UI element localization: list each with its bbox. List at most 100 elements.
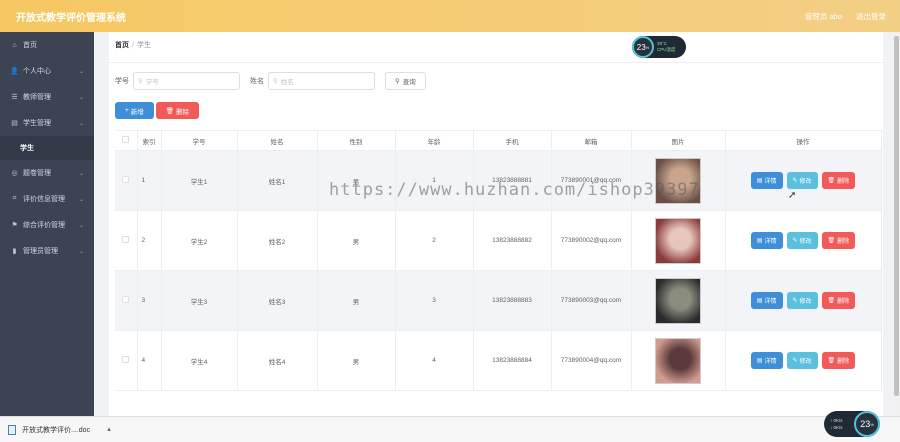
column-header: 邮箱 [551,130,632,151]
chart-icon: ▮ [12,248,17,255]
row-checkbox[interactable] [122,176,130,183]
breadcrumb-current: 学生 [136,42,151,49]
sidebar-item-chart[interactable]: ▮ 管理员管理 ⌄ [0,238,94,264]
divider [109,62,883,63]
edit-label: 修改 [799,299,812,305]
logout-link[interactable]: 退出登录 [856,11,886,22]
cell-photo [631,330,726,391]
name-input[interactable]: ⚲ 姓名 [268,72,375,90]
cell-student-no: 学生4 [161,330,238,391]
breadcrumb: 首页 / 学生 [115,40,151,50]
query-label: 查询 [402,79,416,86]
delete-button[interactable]: 🗑 删除 [821,232,856,249]
plus-icon: + [125,107,129,114]
delete-label: 删除 [837,239,850,245]
cpu-gauge-widget[interactable]: 23% 39°C CPU温度 [632,36,686,58]
cell-age: 3 [395,270,474,331]
detail-label: 详情 [764,299,777,305]
student-photo[interactable] [655,217,701,264]
student-no-input[interactable]: ⚲ 学号 [133,72,240,90]
detail-label: 详情 [764,179,777,185]
detail-button[interactable]: ▤ 详情 [750,352,783,369]
row-checkbox[interactable] [122,296,130,303]
breadcrumb-home[interactable]: 首页 [115,42,129,49]
flag-icon: ⚑ [11,222,18,229]
scrollbar-thumb[interactable] [894,36,899,396]
usage-circle: 23% [854,411,880,437]
delete-button[interactable]: 🗑 删除 [821,172,856,189]
delete-button[interactable]: 🗑 删除 [821,292,856,309]
detail-button[interactable]: ▤ 详情 [750,232,783,249]
query-button[interactable]: ⚲ 查询 [385,72,426,90]
edit-button[interactable]: ✎ 修改 [786,172,818,189]
delete-label: 删除 [176,108,190,116]
column-header: 年龄 [395,130,474,151]
edit-button[interactable]: ✎ 修改 [786,352,818,369]
chevron-down-icon: ⌄ [78,120,84,127]
cpu-usage-value: 23 [636,42,646,52]
student-photo[interactable] [655,337,701,384]
table-row: 2 学生2 姓名2 男 2 13823888882 773890002@qq.com ▤ 详情 ✎… [115,210,882,271]
detail-label: 详情 [764,359,777,365]
cell-email: 773890004@qq.com [551,330,632,391]
page-scrollbar[interactable] [893,32,900,416]
add-label: 新增 [130,108,144,116]
batch-delete-button[interactable]: 🗑 删除 [155,102,200,119]
sidebar-item-document[interactable]: ▤ 学生管理 ⌄ [0,110,94,136]
download-speed: ↓ 0K/s [830,425,843,430]
sidebar-item-compass[interactable]: ◎ 题卷管理 ⌄ [0,160,94,186]
name-placeholder: 姓名 [280,79,294,86]
sidebar-item-student[interactable]: 学生 [0,136,94,160]
row-select-cell[interactable] [115,150,138,211]
detail-button[interactable]: ▤ 详情 [750,172,783,189]
cpu-usage-unit: % [645,44,650,50]
trash-icon: 🗑 [827,358,836,364]
row-select-cell[interactable] [115,330,138,391]
edit-button[interactable]: ✎ 修改 [786,232,818,249]
chevron-down-icon: ⌄ [78,248,84,255]
compass-icon: ◎ [11,170,18,177]
detail-button[interactable]: ▤ 详情 [750,292,783,309]
row-select-cell[interactable] [115,270,138,331]
row-checkbox[interactable] [122,356,130,363]
cell-email: 773890002@qq.com [551,210,632,271]
list-icon: ☰ [11,94,18,101]
sidebar-item-home[interactable]: ⌂ 首页 [0,32,94,58]
edit-button[interactable]: ✎ 修改 [786,292,818,309]
pencil-icon: ✎ [792,358,798,364]
sidebar-item-flag[interactable]: ⚑ 综合评价管理 ⌄ [0,212,94,238]
sidebar-item-list[interactable]: ☰ 教师管理 ⌄ [0,84,94,110]
breadcrumb-separator: / [132,42,134,49]
table-header-row: 索引 学号 姓名 性别 年龄 手机 邮箱 图片 操作 [115,130,882,151]
row-select-cell[interactable] [115,210,138,271]
network-info: ↑ 0K/s ↓ 0K/s [830,417,843,431]
sidebar: ⌂ 首页 👤 个人中心 ⌄ ☰ 教师管理 ⌄ ▤ 学生管理 ⌄ 学生 ◎ 题卷管理 ⌄ ⌗ 评价信息管理 ⌄ ⚑… [0,32,94,416]
table-row: 3 学生3 姓名3 男 3 13823888883 773890003@qq.com ▤ 详情 ✎… [115,270,882,331]
sidebar-item-user[interactable]: 👤 个人中心 ⌄ [0,58,94,84]
column-header: 操作 [725,130,882,151]
student-photo[interactable] [655,277,701,324]
sidebar-item-scan[interactable]: ⌗ 评价信息管理 ⌄ [0,186,94,212]
column-header: 手机 [473,130,552,151]
sidebar-item-label: 教师管理 [23,94,51,101]
sidebar-item-label: 学生管理 [23,120,51,127]
select-all-checkbox[interactable] [122,136,130,143]
row-checkbox[interactable] [122,236,130,243]
chevron-up-icon[interactable]: ▲ [106,427,112,433]
add-button[interactable]: + 新增 [115,102,154,119]
network-gauge-widget[interactable]: ↑ 0K/s ↓ 0K/s 23% [824,411,880,437]
sidebar-item-label: 个人中心 [23,68,51,75]
cell-email: 773890003@qq.com [551,270,632,331]
student-no-placeholder: 学号 [145,79,159,86]
admin-label: 管理员 abo [804,11,842,21]
select-all-cell[interactable] [115,130,138,151]
chevron-down-icon: ⌄ [78,94,84,101]
student-table: 索引 学号 姓名 性别 年龄 手机 邮箱 图片 操作 1 学生1 姓名1 男 1 1382… [115,130,882,391]
chevron-down-icon: ⌄ [78,68,84,75]
delete-button[interactable]: 🗑 删除 [821,352,856,369]
download-item[interactable]: 开放式教学评价....doc ▲ [0,424,112,435]
sidebar-item-label: 管理员管理 [23,248,58,255]
column-header: 图片 [631,130,726,151]
cell-operations: ▤ 详情 ✎ 修改 🗑 删除 [725,330,882,391]
column-header: 姓名 [237,130,318,151]
